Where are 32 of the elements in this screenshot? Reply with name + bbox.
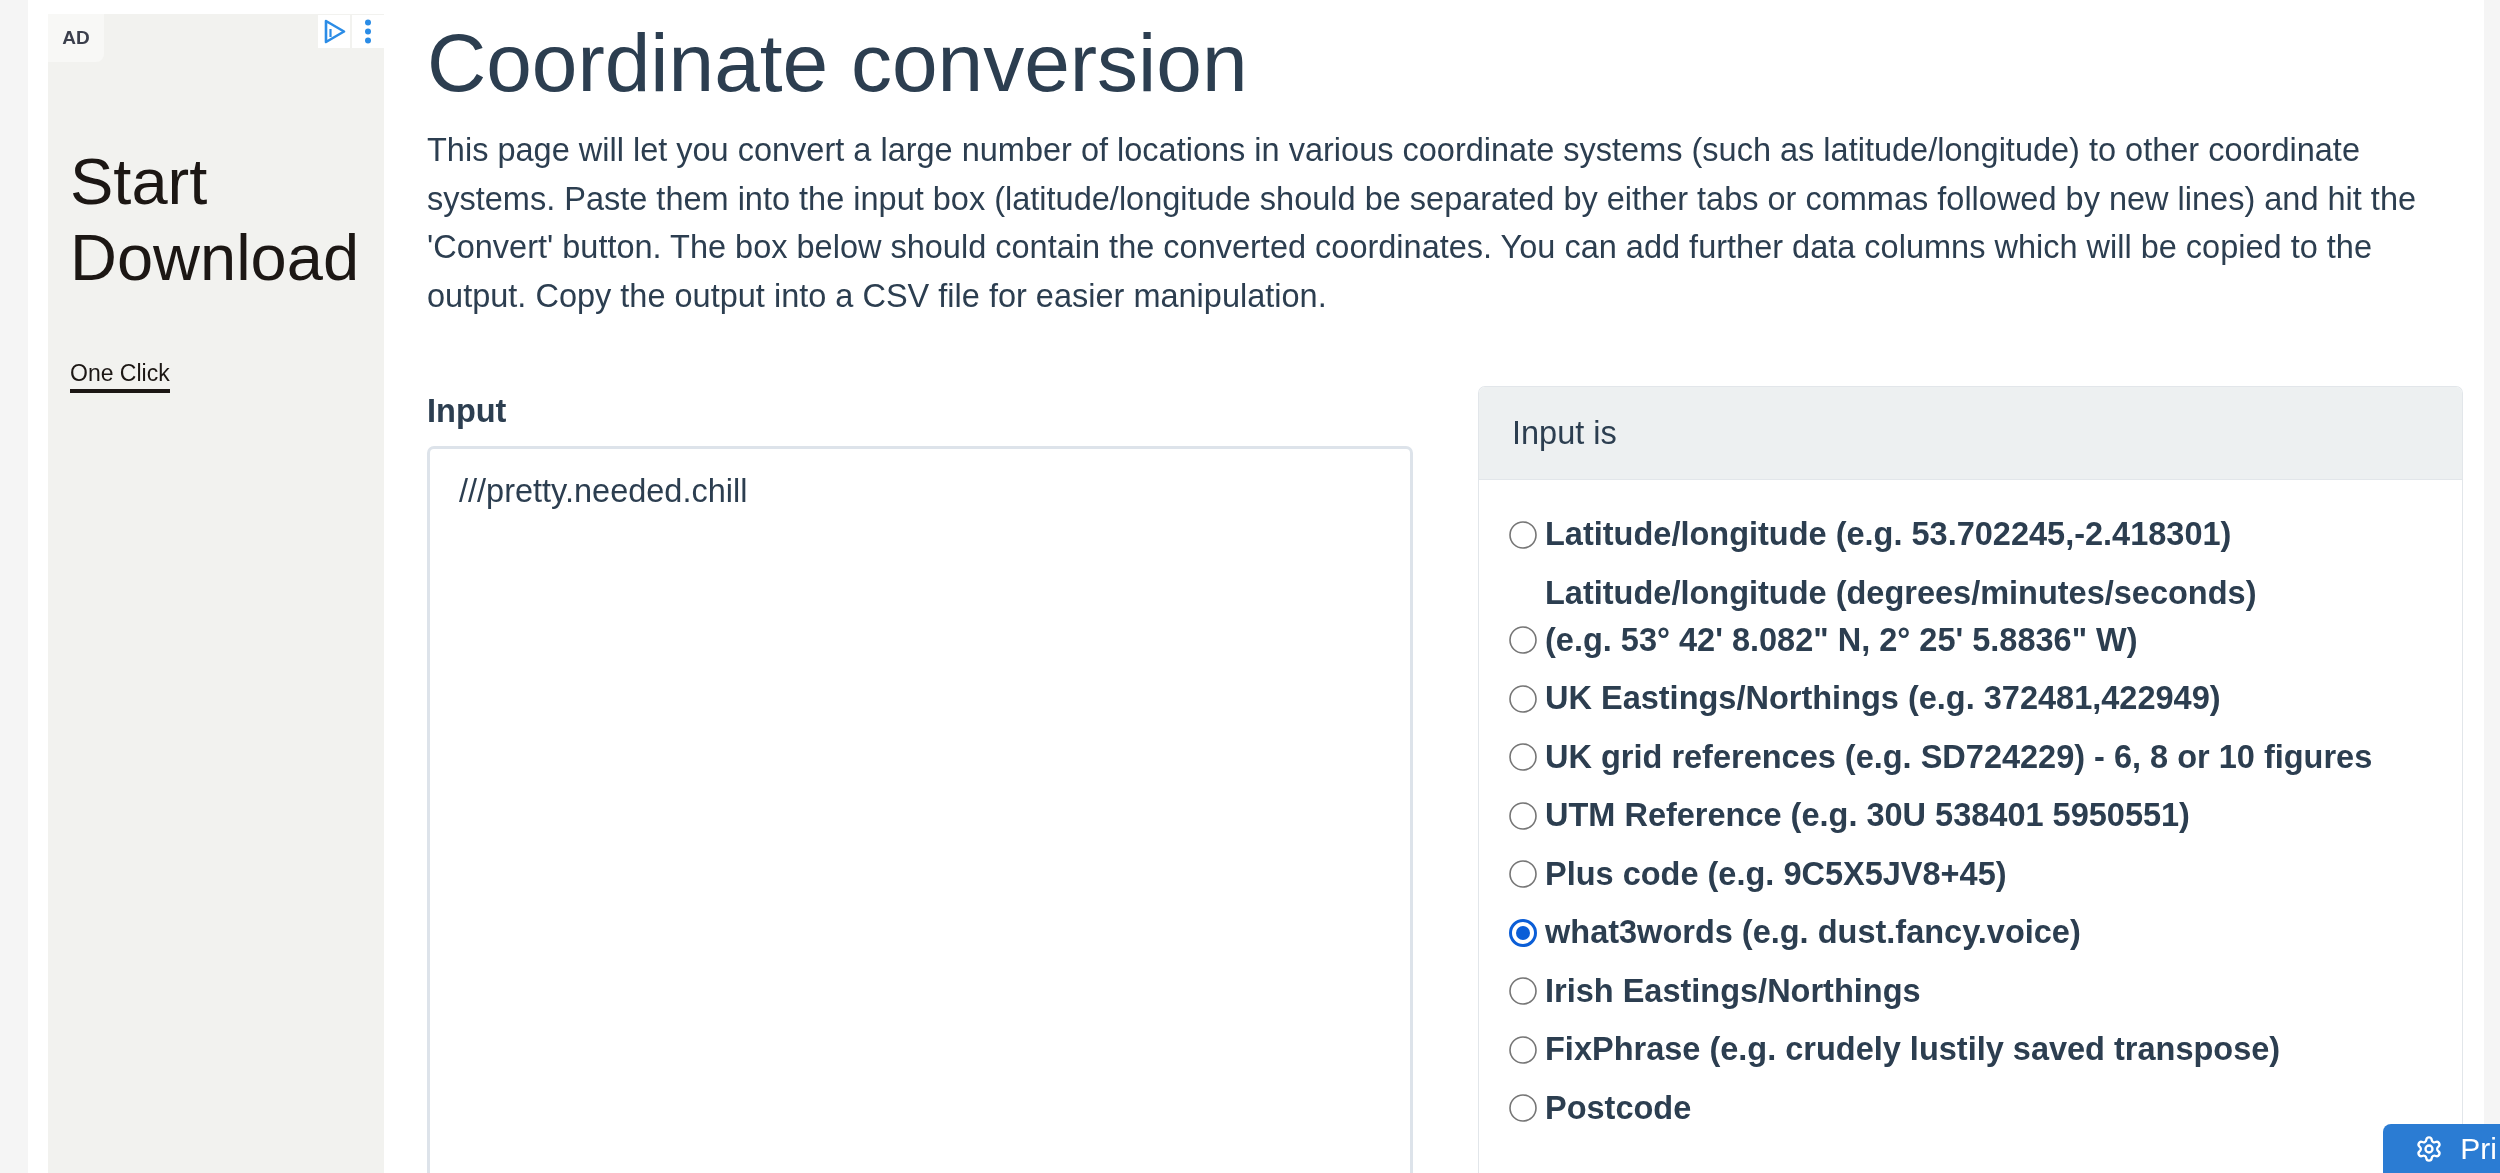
option-label[interactable]: Irish Eastings/Northings <box>1545 967 1921 1015</box>
option-label[interactable]: FixPhrase (e.g. crudely lustily saved transpose) <box>1545 1026 2281 1073</box>
option-label[interactable]: Plus code (e.g. 9C5X5JV8+45) <box>1545 850 2007 898</box>
panel-title: Input is <box>1512 414 1617 453</box>
option-label[interactable]: what3words (e.g. dust.fancy.voice) <box>1545 909 2081 956</box>
radio-button[interactable] <box>1509 918 1537 947</box>
dots-menu-icon[interactable] <box>352 15 384 48</box>
radio-button[interactable] <box>1509 1094 1537 1122</box>
page-title: Coordinate conversion <box>427 16 1248 110</box>
radio-button[interactable] <box>1509 1035 1537 1064</box>
radio-button[interactable] <box>1509 626 1537 654</box>
option-label[interactable]: UTM Reference (e.g. 30U 538401 5950551) <box>1545 792 2190 839</box>
option-label[interactable]: Postcode <box>1545 1084 1692 1132</box>
radio-button[interactable] <box>1509 977 1537 1005</box>
play-icon[interactable] <box>318 15 350 48</box>
radio-button[interactable] <box>1509 520 1537 549</box>
settings-icon <box>2415 1134 2444 1163</box>
input-textarea[interactable]: ///pretty.needed.chill <box>427 446 1413 1173</box>
ad-badge: AD <box>48 14 104 62</box>
intro-text: This page will let you convert a large number of locations in various coordinate systems (such as latitude/longitude) to other coordinate systems. Paste them into the input box (latitude/longitude should be separated by either tabs or commas followed by new lines) and hit the 'Convert' button. The box below should contain the converted coordinates. You can add further data columns which will be copied to the output. Copy the output into a CSV file for easier manipulation. <box>427 131 2418 316</box>
option-label[interactable]: UK Eastings/Northings (e.g. 372481,422949) <box>1545 675 2221 722</box>
ad-headline: Start Download <box>70 144 361 296</box>
input-label: Input <box>427 392 507 431</box>
option-label[interactable]: Latitude/longitude (degrees/minutes/seconds) (e.g. 53° 42' 8.082" N, 2° 25' 5.8836" W) <box>1545 569 2257 664</box>
settings-button[interactable]: Pri <box>2383 1124 2500 1173</box>
option-label[interactable]: Latitude/longitude (e.g. 53.702245,-2.418301) <box>1545 511 2232 558</box>
radio-button[interactable] <box>1509 743 1537 771</box>
radio-button[interactable] <box>1509 860 1537 888</box>
radio-button[interactable] <box>1509 801 1537 830</box>
option-label[interactable]: UK grid references (e.g. SD724229) - 6, 8 or 10 figures <box>1545 733 2373 781</box>
ad-link[interactable]: One Click <box>70 359 170 393</box>
radio-button[interactable] <box>1509 684 1537 713</box>
